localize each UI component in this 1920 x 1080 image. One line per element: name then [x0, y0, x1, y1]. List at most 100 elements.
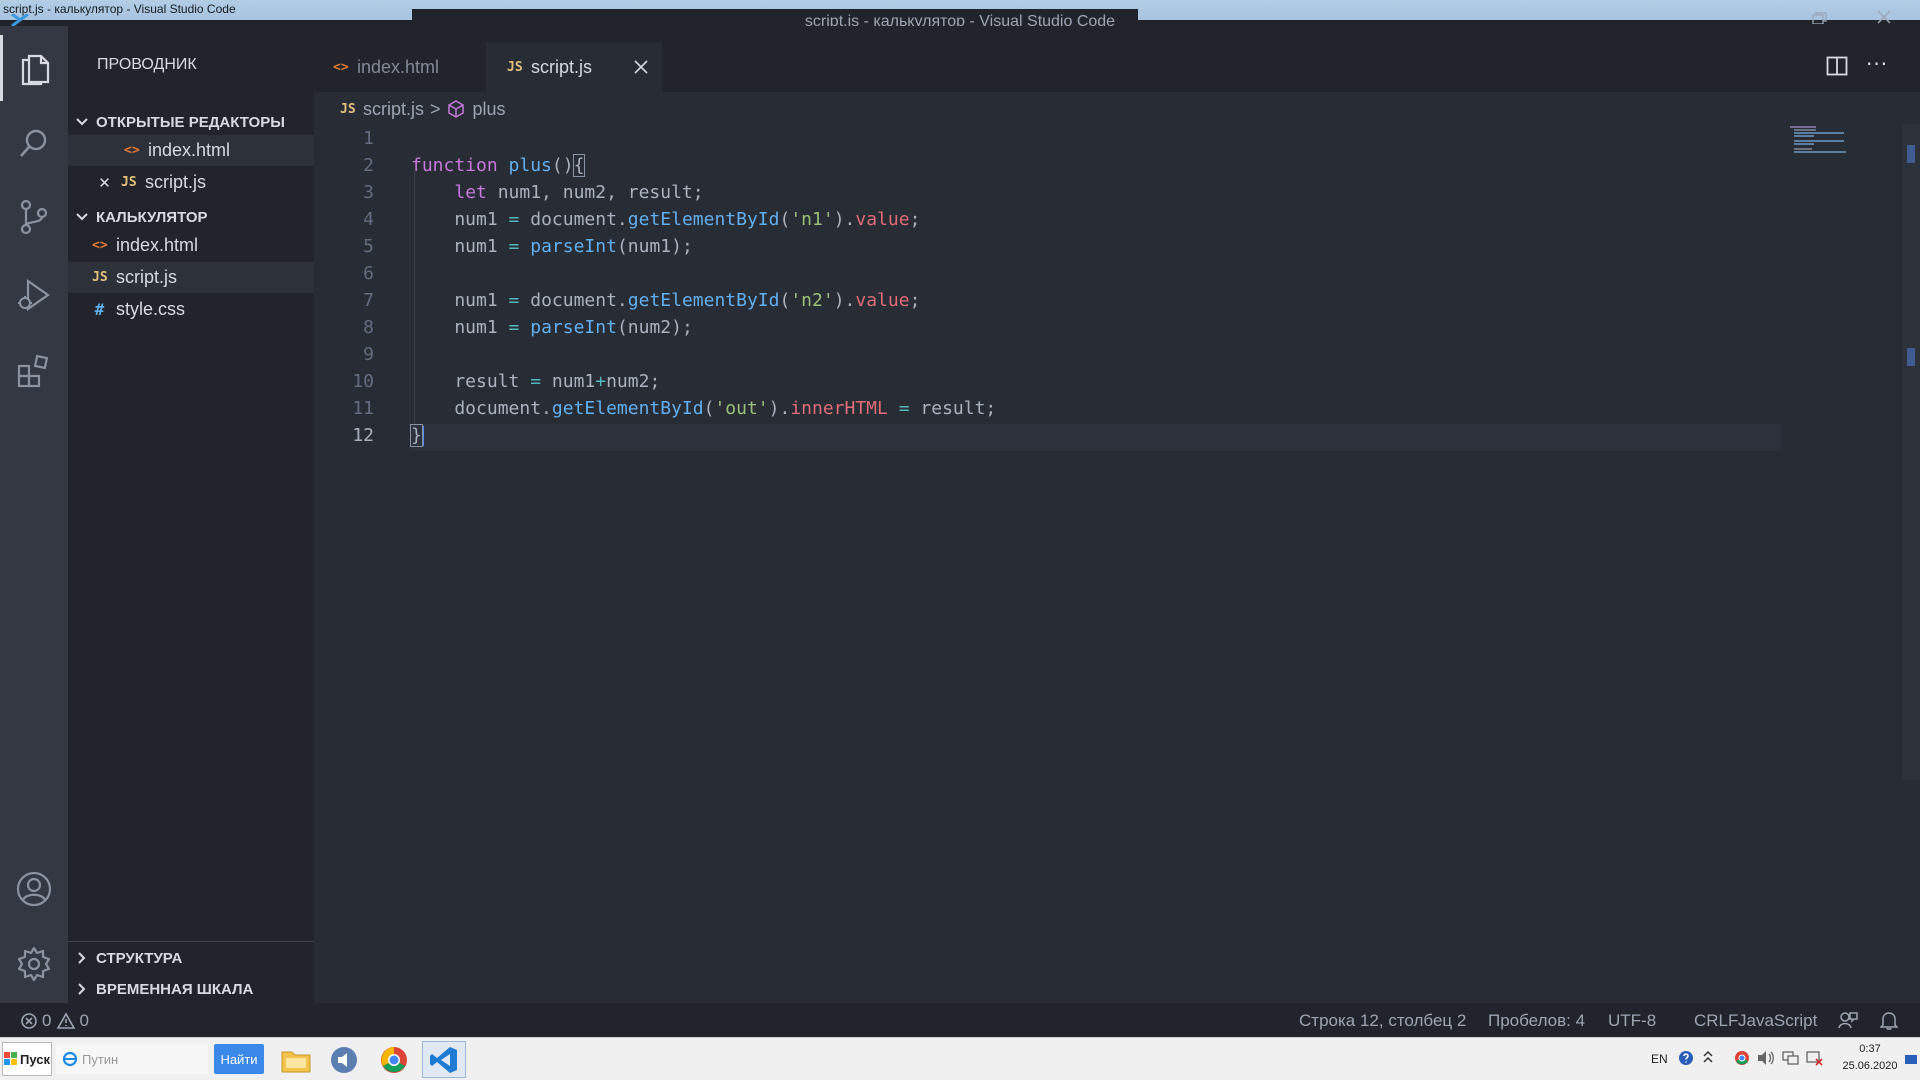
- tab-script-js[interactable]: JS script.js: [486, 42, 662, 92]
- file-tree-item[interactable]: # style.css: [68, 294, 314, 325]
- method-cube-icon: [447, 100, 465, 118]
- code-line: num1 = parseInt(num1);: [411, 236, 693, 257]
- css-file-icon: #: [94, 300, 105, 319]
- extensions-activity[interactable]: [0, 338, 68, 404]
- activity-bar: [0, 26, 68, 1003]
- breadcrumb-file[interactable]: script.js: [363, 99, 424, 120]
- taskbar-chrome[interactable]: [372, 1041, 416, 1078]
- outline-header[interactable]: СТРУКТУРА: [68, 944, 314, 972]
- tab-label: index.html: [357, 56, 440, 77]
- split-editor-button[interactable]: [1826, 56, 1848, 76]
- section-divider: [68, 941, 314, 942]
- html-file-icon: <>: [124, 143, 140, 158]
- minimap[interactable]: [1790, 124, 1898, 154]
- outline-label: СТРУКТУРА: [96, 949, 183, 967]
- breadcrumb: JS script.js > plus: [340, 96, 506, 122]
- file-tree-item-selected[interactable]: JS script.js: [68, 262, 314, 293]
- open-editor-label: index.html: [148, 140, 231, 160]
- windows-logo-icon: [4, 1052, 18, 1066]
- line-number: 11: [352, 398, 374, 419]
- close-window-button[interactable]: [1876, 10, 1898, 26]
- folder-header[interactable]: КАЛЬКУЛЯТОР: [68, 203, 314, 231]
- action-center-icon[interactable]: [1806, 1050, 1824, 1066]
- tray-chrome-icon[interactable]: [1734, 1050, 1750, 1066]
- error-count: 0: [42, 1011, 52, 1030]
- vertical-scrollbar[interactable]: [1902, 124, 1920, 780]
- language-mode[interactable]: JavaScript: [1738, 1011, 1817, 1031]
- js-file-icon: JS: [92, 270, 108, 285]
- code-line: num1 = document.getElementById('n2').val…: [411, 290, 921, 311]
- explorer-sidebar: ПРОВОДНИК ОТКРЫТЫЕ РЕДАКТОРЫ <> index.ht…: [68, 26, 314, 1003]
- current-line-highlight: [411, 424, 1781, 451]
- explorer-activity[interactable]: [0, 35, 68, 101]
- file-tree-item[interactable]: <> index.html: [68, 230, 314, 261]
- indentation[interactable]: Пробелов: 4: [1488, 1011, 1585, 1031]
- help-icon[interactable]: [1678, 1050, 1694, 1066]
- extensions-icon: [16, 353, 52, 389]
- taskbar-vscode[interactable]: [422, 1041, 466, 1078]
- line-number: 2: [363, 155, 374, 176]
- line-number: 10: [352, 371, 374, 392]
- line-number: 7: [363, 290, 374, 311]
- line-number: 1: [363, 128, 374, 149]
- problems-indicator[interactable]: 0 0: [20, 1011, 89, 1031]
- vscode-icon: [429, 1045, 459, 1075]
- run-debug-icon: [16, 277, 52, 313]
- open-editors-header[interactable]: ОТКРЫТЫЕ РЕДАКТОРЫ: [68, 108, 314, 136]
- speaker-app-icon: [329, 1045, 359, 1075]
- close-editor-icon[interactable]: ✕: [97, 174, 112, 192]
- volume-icon[interactable]: [1757, 1050, 1775, 1066]
- tab-label: script.js: [531, 56, 593, 77]
- breadcrumb-symbol[interactable]: plus: [473, 99, 506, 120]
- tray-expand-icon[interactable]: [1702, 1048, 1714, 1068]
- search-activity[interactable]: [0, 110, 68, 176]
- open-editor-item[interactable]: <> index.html: [68, 135, 314, 166]
- line-ending[interactable]: CRLF: [1694, 1011, 1738, 1031]
- source-control-icon: [18, 199, 50, 235]
- js-file-icon: JS: [121, 175, 137, 190]
- clock-date[interactable]: 25.06.2020: [1836, 1060, 1904, 1072]
- line-number: 12: [352, 425, 374, 446]
- find-button[interactable]: Найти: [214, 1044, 264, 1074]
- code-line: let num1, num2, result;: [454, 182, 704, 203]
- code-editor[interactable]: 1 2 3 4 5 6 7 8 9 10 11 12 function plus…: [314, 122, 1920, 1003]
- timeline-header[interactable]: ВРЕМЕННАЯ ШКАЛА: [68, 975, 314, 1003]
- start-button[interactable]: Пуск: [2, 1042, 52, 1076]
- scrollbar-marker: [1907, 145, 1915, 163]
- show-desktop-icon[interactable]: [1904, 1054, 1918, 1066]
- input-language[interactable]: EN: [1651, 1052, 1668, 1066]
- chevron-down-icon: [68, 117, 96, 127]
- taskbar-media-player[interactable]: [322, 1041, 366, 1078]
- windows-taskbar: Пуск Путин Найти EN 0:37 25.06.2020: [0, 1037, 1920, 1080]
- bell-icon[interactable]: [1880, 1010, 1898, 1030]
- cursor-position[interactable]: Строка 12, столбец 2: [1299, 1011, 1466, 1031]
- source-control-activity[interactable]: [0, 184, 68, 250]
- encoding[interactable]: UTF-8: [1608, 1011, 1656, 1031]
- open-editor-item[interactable]: ✕ JS script.js: [68, 167, 314, 198]
- taskbar-search-input[interactable]: Путин: [56, 1044, 208, 1074]
- taskbar-file-explorer[interactable]: [274, 1041, 318, 1078]
- feedback-icon[interactable]: [1838, 1010, 1858, 1030]
- chevron-right-icon: [68, 982, 96, 996]
- network-icon[interactable]: [1782, 1050, 1800, 1066]
- code-line: result = num1+num2;: [411, 371, 661, 392]
- more-actions-icon[interactable]: ···: [1866, 52, 1888, 76]
- files-icon: [19, 50, 53, 86]
- run-debug-activity[interactable]: [0, 262, 68, 328]
- scrollbar-marker: [1907, 348, 1915, 366]
- code-line: }: [410, 424, 424, 447]
- timeline-label: ВРЕМЕННАЯ ШКАЛА: [96, 980, 254, 998]
- accounts-activity[interactable]: [0, 856, 68, 922]
- editor-tab-bar: <> index.html JS script.js ···: [314, 26, 1920, 92]
- file-label: script.js: [116, 267, 178, 287]
- breadcrumb-separator: >: [430, 98, 441, 119]
- restore-window-button[interactable]: [1812, 12, 1834, 26]
- warning-icon: [57, 1012, 76, 1030]
- line-number: 9: [363, 344, 374, 365]
- tab-index-html[interactable]: <> index.html: [314, 42, 486, 92]
- code-line: function plus(){: [411, 154, 586, 177]
- clock-time[interactable]: 0:37: [1845, 1043, 1895, 1055]
- html-file-icon: <>: [92, 238, 108, 253]
- close-tab-icon[interactable]: [634, 60, 648, 74]
- manage-activity[interactable]: [0, 931, 68, 997]
